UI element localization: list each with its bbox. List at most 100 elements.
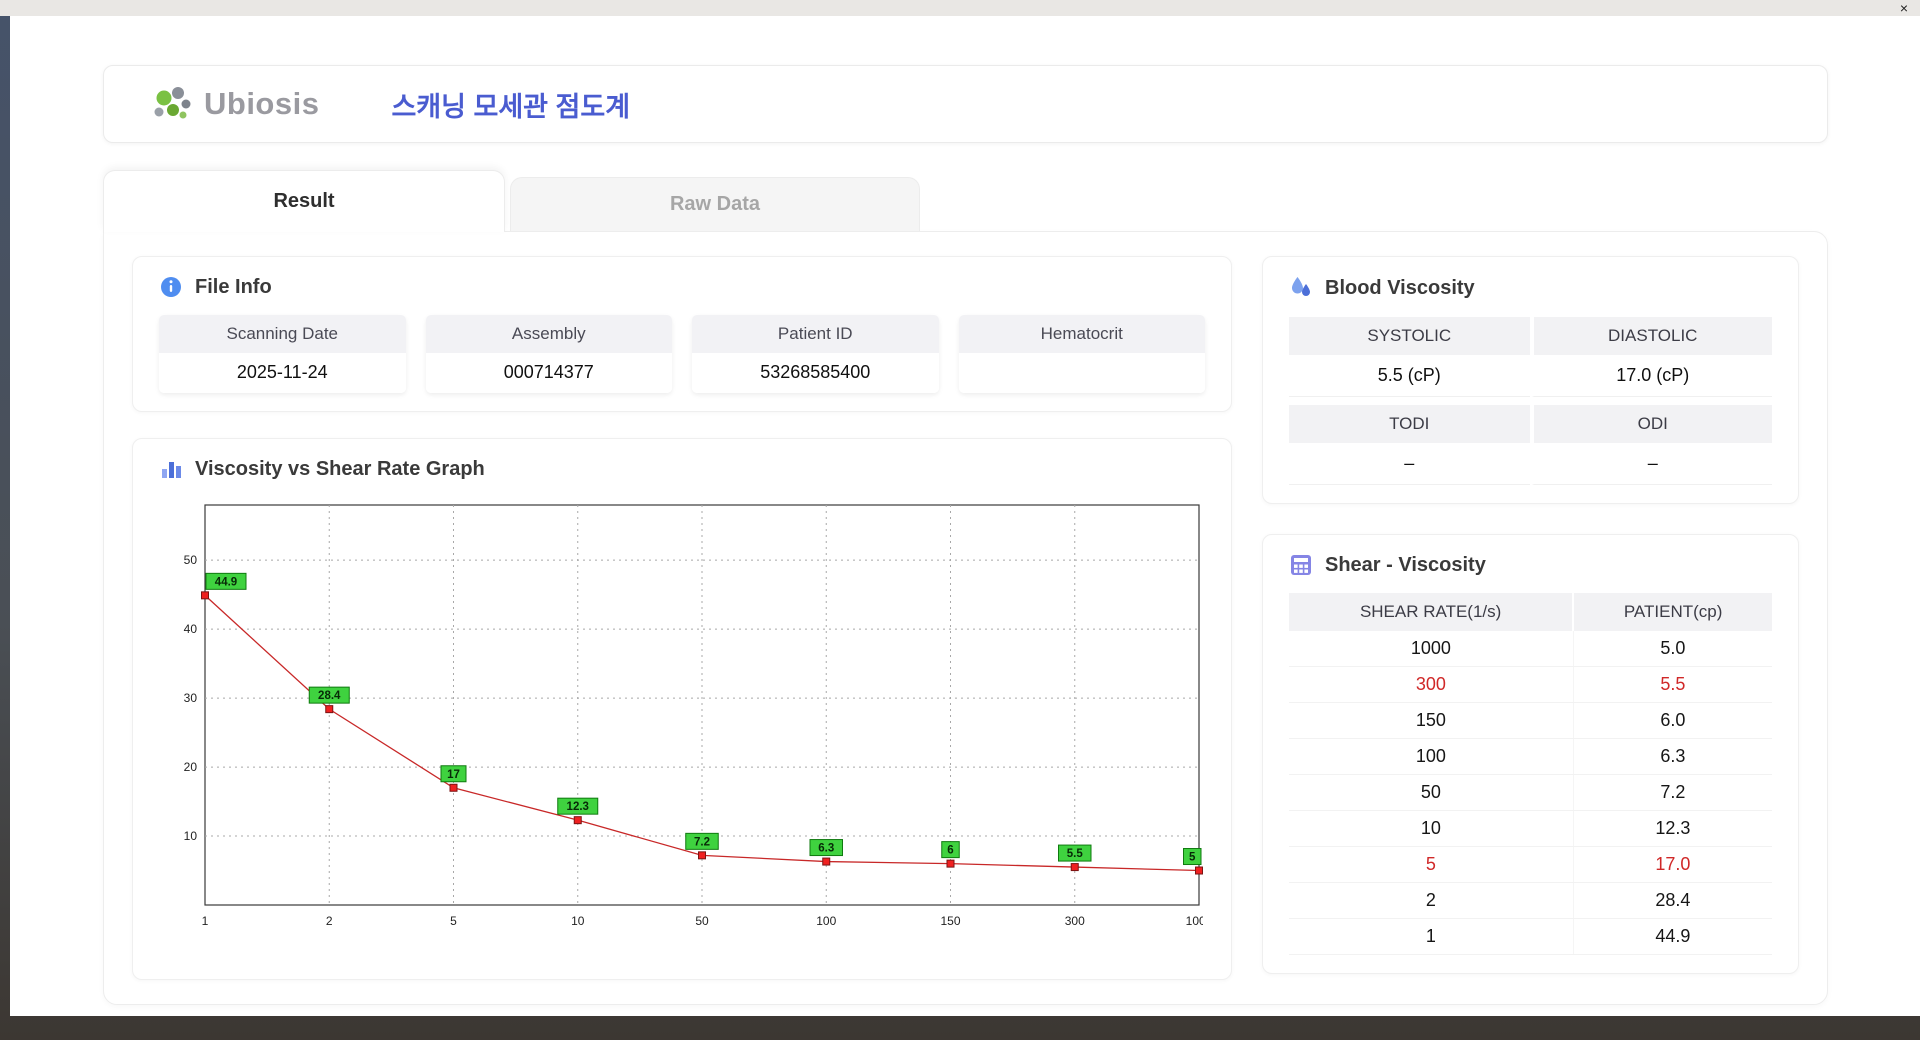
cell-patient-viscosity: 12.3: [1572, 810, 1772, 847]
table-row: 1 44.9: [1289, 918, 1772, 955]
cell-patient-viscosity: 5.0: [1572, 631, 1772, 667]
table-row: 150 6.0: [1289, 702, 1772, 739]
shear-viscosity-title: Shear - Viscosity: [1325, 553, 1486, 576]
field-patient-id: Patient ID 53268585400: [692, 315, 939, 393]
cell-patient-viscosity: 7.2: [1572, 774, 1772, 811]
bv-label-todi: TODI: [1289, 405, 1530, 443]
graph-card: Viscosity vs Shear Rate Graph 10 20 30 40 50…: [132, 438, 1232, 980]
table-row: 5 17.0: [1289, 846, 1772, 883]
blood-viscosity-card: Blood Viscosity SYSTOLIC DIASTOLIC 5.5 (…: [1262, 256, 1799, 504]
blood-viscosity-title: Blood Viscosity: [1325, 276, 1475, 299]
tab-raw-data[interactable]: Raw Data: [510, 177, 920, 231]
graph-title-row: Viscosity vs Shear Rate Graph: [159, 457, 1205, 481]
svg-text:5.5: 5.5: [1067, 848, 1084, 860]
field-label: Scanning Date: [159, 315, 406, 353]
ubiosis-logo: Ubiosis: [150, 83, 319, 125]
svg-text:7.2: 7.2: [694, 836, 710, 848]
cell-shear-rate: 1000: [1289, 631, 1574, 667]
cell-patient-viscosity: 44.9: [1572, 918, 1772, 955]
viscosity-chart: 10 20 30 40 50 1 2 5 10 50 100 150 300 1000 44.9 28.4 17…: [184, 504, 1203, 928]
svg-text:6.3: 6.3: [818, 843, 834, 855]
cell-shear-rate: 300: [1289, 666, 1574, 703]
cell-shear-rate: 100: [1289, 738, 1574, 775]
result-panel: File Info Scanning Date 2025-11-24 Assem…: [103, 231, 1828, 1005]
droplets-icon: [1289, 275, 1313, 301]
shear-viscosity-card: Shear - Viscosity SHEAR RATE(1/s) PATIEN…: [1262, 534, 1799, 974]
table-row: 100 6.3: [1289, 738, 1772, 775]
field-value: [958, 353, 1205, 393]
field-label: Hematocrit: [958, 315, 1205, 353]
blood-viscosity-grid: SYSTOLIC DIASTOLIC 5.5 (cP) 17.0 (cP) TO…: [1289, 317, 1772, 485]
bv-value-todi: –: [1289, 443, 1530, 485]
field-scanning-date: Scanning Date 2025-11-24: [159, 315, 406, 393]
svg-text:20: 20: [184, 760, 198, 774]
svg-text:50: 50: [695, 914, 709, 928]
bv-label-systolic: SYSTOLIC: [1289, 317, 1530, 355]
table-row: 10 12.3: [1289, 810, 1772, 847]
table-row: 300 5.5: [1289, 666, 1772, 703]
shear-viscosity-title-row: Shear - Viscosity: [1289, 553, 1772, 577]
cell-patient-viscosity: 17.0: [1572, 846, 1772, 883]
cell-patient-viscosity: 28.4: [1572, 882, 1772, 919]
bv-value-diastolic: 17.0 (cP): [1531, 355, 1772, 397]
graph-title: Viscosity vs Shear Rate Graph: [195, 457, 485, 480]
page-title: 스캐닝 모세관 점도계: [391, 91, 631, 122]
cell-patient-viscosity: 6.0: [1572, 702, 1772, 739]
svg-text:10: 10: [184, 829, 198, 843]
svg-text:50: 50: [184, 553, 198, 567]
svg-text:1: 1: [202, 914, 209, 928]
col-header-shear-rate: SHEAR RATE(1/s): [1289, 593, 1574, 631]
cell-shear-rate: 5: [1289, 846, 1574, 883]
file-info-title: File Info: [195, 275, 272, 298]
field-value: 000714377: [425, 353, 672, 393]
svg-text:100: 100: [816, 914, 836, 928]
table-header-row: SHEAR RATE(1/s) PATIENT(cp): [1289, 593, 1772, 631]
table-row: 50 7.2: [1289, 774, 1772, 811]
file-info-title-row: File Info: [159, 275, 1205, 299]
info-icon: [159, 275, 183, 299]
field-label: Patient ID: [692, 315, 939, 353]
cell-shear-rate: 150: [1289, 702, 1574, 739]
cell-patient-viscosity: 5.5: [1572, 666, 1772, 703]
table-row: 1000 5.0: [1289, 631, 1772, 667]
ubiosis-logo-icon: [150, 83, 196, 125]
cell-shear-rate: 50: [1289, 774, 1574, 811]
svg-text:40: 40: [184, 622, 198, 636]
bv-label-odi: ODI: [1531, 405, 1772, 443]
field-value: 2025-11-24: [159, 353, 406, 393]
blood-viscosity-title-row: Blood Viscosity: [1289, 275, 1772, 301]
svg-text:150: 150: [940, 914, 960, 928]
cell-shear-rate: 10: [1289, 810, 1574, 847]
svg-text:17: 17: [447, 769, 460, 781]
svg-text:30: 30: [184, 691, 198, 705]
window-close-button[interactable]: ×: [1900, 0, 1908, 16]
tab-result[interactable]: Result: [103, 170, 505, 232]
bv-label-diastolic: DIASTOLIC: [1531, 317, 1772, 355]
svg-text:5: 5: [450, 914, 457, 928]
field-hematocrit: Hematocrit: [958, 315, 1205, 393]
col-header-patient: PATIENT(cp): [1572, 593, 1772, 631]
svg-text:5: 5: [1189, 852, 1196, 864]
cell-shear-rate: 2: [1289, 882, 1574, 919]
svg-text:1000: 1000: [1186, 914, 1203, 928]
field-label: Assembly: [425, 315, 672, 353]
file-info-fields: Scanning Date 2025-11-24 Assembly 000714…: [159, 315, 1205, 393]
cell-patient-viscosity: 6.3: [1572, 738, 1772, 775]
shear-viscosity-table: SHEAR RATE(1/s) PATIENT(cp) 1000 5.0 300 5.…: [1289, 593, 1772, 955]
field-value: 53268585400: [692, 353, 939, 393]
window-titlebar: ×: [0, 0, 1920, 16]
right-column: Blood Viscosity SYSTOLIC DIASTOLIC 5.5 (…: [1262, 256, 1799, 980]
bar-chart-icon: [159, 457, 183, 481]
file-info-card: File Info Scanning Date 2025-11-24 Assem…: [132, 256, 1232, 412]
calculator-icon: [1289, 553, 1313, 577]
bv-value-odi: –: [1531, 443, 1772, 485]
viscosity-chart-area: 10 20 30 40 50 1 2 5 10 50 100 150 300 1000 44.9 28.4 17…: [159, 497, 1205, 942]
app-header: Ubiosis 스캐닝 모세관 점도계: [103, 65, 1828, 143]
logo-text: Ubiosis: [204, 86, 320, 121]
app-window: Ubiosis 스캐닝 모세관 점도계 Result Raw Data File…: [10, 16, 1920, 1016]
svg-text:44.9: 44.9: [215, 576, 237, 588]
svg-text:300: 300: [1065, 914, 1085, 928]
shear-table-body: 1000 5.0 300 5.5 150 6.0 100 6.3 50 7.2 10 12.3 5 17.…: [1289, 631, 1772, 955]
left-column: File Info Scanning Date 2025-11-24 Assem…: [132, 256, 1232, 980]
cell-shear-rate: 1: [1289, 918, 1574, 955]
